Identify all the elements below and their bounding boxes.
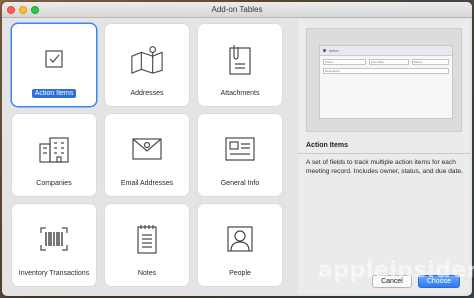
person-icon [223, 222, 257, 256]
divider [298, 153, 470, 154]
barcode-icon [37, 222, 71, 256]
window-title: Add-on Tables [211, 5, 263, 14]
bullet-icon [323, 49, 326, 52]
buildings-icon [37, 132, 71, 166]
tile-inventory-transactions[interactable]: Inventory Transactions [12, 204, 96, 286]
map-icon [130, 42, 164, 76]
tile-addresses[interactable]: Addresses [105, 24, 189, 106]
tile-notes[interactable]: Notes [105, 204, 189, 286]
tile-label: Addresses [130, 90, 164, 97]
preview-header: Action [329, 48, 339, 53]
preview-status-field: Status [411, 59, 449, 65]
detail-title: Action Items [306, 142, 349, 149]
tile-attachments[interactable]: Attachments [198, 24, 282, 106]
preview-pane: Action Owner Due Date Status Description… [298, 20, 470, 294]
table-template-grid: Action Items Addresses Attachments Compa… [12, 24, 288, 292]
checkbox-icon [37, 42, 71, 76]
layout-preview: Action Owner Due Date Status Description [306, 28, 462, 132]
tile-email-addresses[interactable]: Email Addresses [105, 114, 189, 196]
id-card-icon [223, 132, 257, 166]
tile-label: Attachments [220, 90, 260, 97]
title-bar: Add-on Tables [2, 2, 472, 18]
tile-label: Companies [36, 180, 72, 187]
preview-description-field: Description [323, 68, 449, 74]
tile-action-items[interactable]: Action Items [12, 24, 96, 106]
tile-label: Inventory Transactions [18, 270, 90, 277]
tile-label: General Info [220, 180, 260, 187]
preview-owner-field: Owner [323, 59, 367, 65]
tile-people[interactable]: People [198, 204, 282, 286]
tile-label: Email Addresses [120, 180, 174, 187]
envelope-icon [130, 132, 164, 166]
add-on-tables-window: Add-on Tables Action Items Addresses Att… [2, 2, 472, 296]
tile-label: Notes [137, 270, 157, 277]
close-window-button[interactable] [7, 6, 15, 14]
tile-companies[interactable]: Companies [12, 114, 96, 196]
watermark: appleinsider [318, 258, 474, 283]
detail-description: A set of fields to track multiple action… [306, 159, 463, 175]
tile-label: Action Items [31, 89, 77, 98]
notepad-icon [130, 222, 164, 256]
zoom-window-button[interactable] [31, 6, 39, 14]
minimize-window-button[interactable] [19, 6, 27, 14]
preview-mini-form: Action Owner Due Date Status Description [319, 45, 453, 119]
preview-due-date-field: Due Date [369, 59, 409, 65]
paperclip-document-icon [223, 42, 257, 76]
tile-label: People [229, 270, 251, 277]
window-controls [7, 6, 39, 14]
tile-general-info[interactable]: General Info [198, 114, 282, 196]
